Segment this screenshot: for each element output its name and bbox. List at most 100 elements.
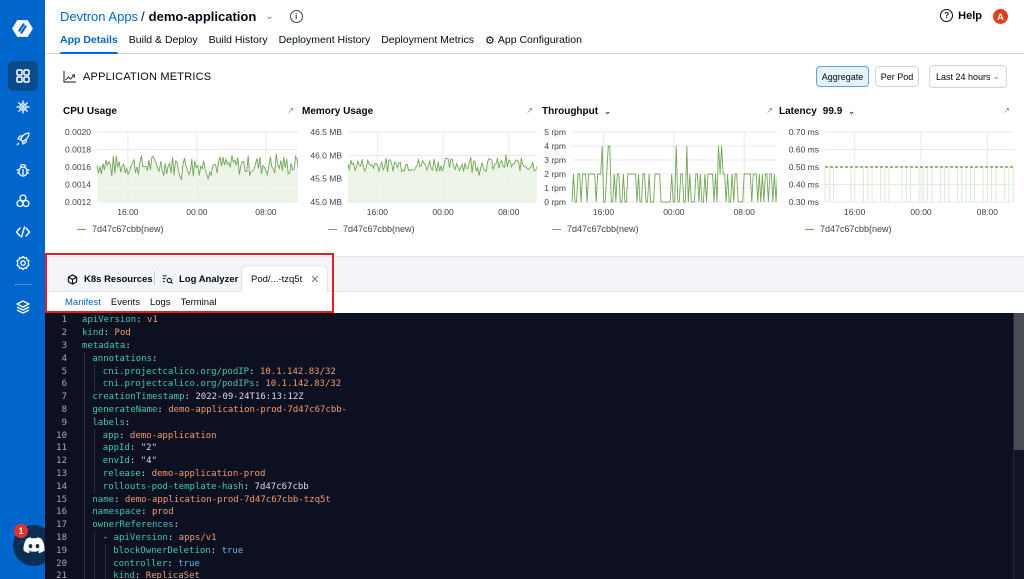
scrollbar-thumb[interactable] [1014,313,1024,450]
time-range-select[interactable]: Last 24 hours ⌄ [929,65,1007,88]
chevron-down-icon[interactable]: ⌄ [265,11,273,22]
chart-plot: 0.0020 0.0018 0.0016 0.0014 0.0012 16:00 00:00… [65,127,298,217]
yaml-key: name [92,494,115,505]
breadcrumb-devtron-apps[interactable]: Devtron Apps [60,9,138,24]
indent-guide [94,429,96,442]
tab-pod[interactable]: Pod/...-tzq5t ✕ [241,265,328,293]
line-number: 9 [61,417,67,428]
yaml-key: apiVersion [113,532,168,543]
tab-deployment-history[interactable]: Deployment History [279,34,371,54]
help-button[interactable]: ? Help [940,9,982,22]
sidebar-item-deployment-groups[interactable] [8,124,38,154]
yaml-key: controller [113,558,168,569]
yaml-key: rollouts-pod-template-hash [102,481,244,492]
code-line: 18 - apiVersion: apps/v1 [45,531,1024,545]
yaml-value: demo-application-prod-7d47c67cbb- [168,404,348,415]
close-icon[interactable]: ✕ [310,273,319,286]
breadcrumb-separator: / [141,9,145,24]
tab-log-analyzer[interactable]: Log Analyzer [162,266,238,292]
app-name[interactable]: demo-application [149,9,257,24]
code-line: 12 envId: "4" [45,454,1024,468]
code-text: controller: true [113,558,200,569]
tab-build-history[interactable]: Build History [209,34,268,54]
devtron-logo-icon[interactable] [10,16,35,41]
yaml-value: "4" [140,456,157,467]
sidebar-item-applications[interactable] [8,61,38,91]
code-text: - apiVersion: apps/v1 [102,532,217,543]
sidebar-divider [14,284,32,285]
tab-k8s-resources[interactable]: K8s Resources [67,266,153,292]
time-range-value: Last 24 hours [936,71,991,82]
x-tick-label: 16:00 [844,207,866,217]
chevron-down-icon[interactable]: ⌄ [604,107,611,116]
indent-guide [84,557,85,570]
legend-swatch [77,228,86,230]
metrics-title: APPLICATION METRICS [83,71,212,83]
tab-deployment-metrics[interactable]: Deployment Metrics [381,34,474,54]
x-tick-label: 08:00 [498,207,520,217]
help-label: Help [958,9,982,22]
tab-app-configuration[interactable]: ⚙ App Configuration [485,34,582,54]
avatar[interactable]: A [993,9,1008,24]
info-icon[interactable]: i [289,10,303,23]
sidebar-item-stack-manager[interactable] [8,292,38,322]
y-tick-label: 46.5 MB [310,127,342,137]
tab-app-details[interactable]: App Details [60,34,118,54]
subtab-events[interactable]: Events [111,297,140,308]
y-tick-label: 3 rpm [544,155,566,165]
code-text: rollouts-pod-template-hash: 7d47c67cbb [102,481,309,492]
expand-icon[interactable]: ↗ [766,106,773,115]
security-bug-icon [16,163,30,177]
chart-title[interactable]: Latency 99.9 ⌄ [779,106,855,117]
indent-guide [84,403,85,417]
legend-swatch [552,228,561,230]
sidebar-item-bulk-edit[interactable] [8,217,38,247]
yaml-value: Pod [114,328,131,339]
indent-guide [94,365,96,378]
code-line: 3 metadata: [45,340,1024,353]
chevron-down-icon[interactable]: ⌄ [848,107,855,116]
aggregate-button[interactable]: Aggregate [816,66,869,87]
subtab-manifest[interactable]: Manifest [65,297,101,308]
indent-guide [84,531,85,545]
chart-store-icon [16,100,30,114]
line-number: 15 [56,494,67,505]
per-pod-button[interactable]: Per Pod [875,66,919,87]
yaml-key: appId [102,443,130,454]
indent-guide [94,377,96,391]
sidebar-item-global-config[interactable] [8,248,38,278]
subtab-logs[interactable]: Logs [150,297,171,308]
chart-title[interactable]: Throughput ⌄ [542,106,611,117]
legend-swatch [328,228,337,230]
y-tick-label: 0.0020 [65,127,91,137]
expand-icon[interactable]: ↗ [287,106,294,115]
sidebar-item-security[interactable] [8,155,38,185]
code-text: apiVersion: v1 [82,315,158,326]
y-tick-label: 0.50 ms [789,162,819,172]
x-tick-label: 16:00 [593,207,615,217]
chart-plot: 0.70 ms 0.60 ms 0.50 ms 0.40 ms 0.30 ms 16:00… [789,127,1014,217]
sidebar-item-chart-store[interactable] [8,92,38,122]
indent-guide [104,544,106,558]
code-line: 13 release: demo-application-prod [45,467,1024,481]
subtab-terminal[interactable]: Terminal [181,297,217,308]
tab-build-deploy[interactable]: Build & Deploy [129,34,198,54]
code-line: 7 creationTimestamp: 2022-09-24T16:13:12Z [45,390,1024,404]
percentile-value[interactable]: 99.9 [823,106,842,117]
y-tick-label: 46.0 MB [310,150,342,160]
y-tick-label: 45.5 MB [310,174,342,184]
expand-icon[interactable]: ↗ [1003,106,1010,115]
tab-divider [154,271,155,285]
code-line: 6 cni.projectcalico.org/podIPs: 10.1.142.… [45,377,1024,391]
editor-scrollbar[interactable] [1013,313,1024,579]
indent-guide [84,544,85,558]
x-tick-label: 00:00 [663,207,685,217]
y-tick-label: 5 rpm [544,127,566,137]
yaml-value: true [178,558,200,569]
line-number: 16 [56,507,67,518]
chart-title-text: Latency [779,106,817,117]
manifest-editor[interactable]: 1 apiVersion: v1 2 kind: Pod 3 metadata: 4 anno… [45,313,1024,579]
sidebar-item-resource-browser[interactable] [8,186,38,216]
expand-icon[interactable]: ↗ [526,106,533,115]
log-search-icon [162,274,173,284]
